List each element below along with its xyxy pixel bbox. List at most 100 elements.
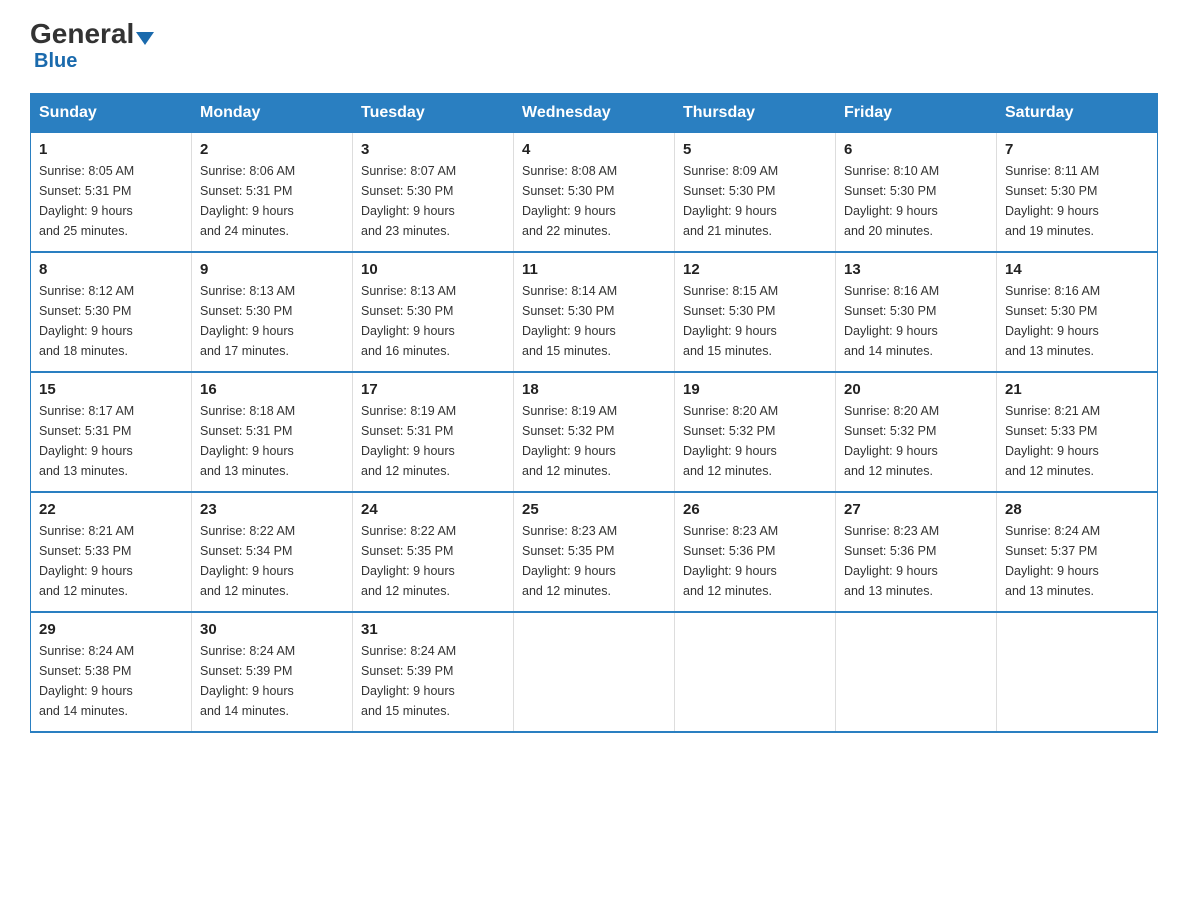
day-number: 19	[683, 381, 827, 398]
day-cell: 27Sunrise: 8:23 AMSunset: 5:36 PMDayligh…	[836, 492, 997, 612]
day-cell: 23 Sunrise: 8:22 AMSunset: 5:34 PMDayligh…	[192, 492, 353, 612]
day-info: Sunrise: 8:24 AMSunset: 5:38 PMDaylight:…	[39, 641, 183, 721]
day-number: 12	[683, 261, 827, 278]
day-cell: 24 Sunrise: 8:22 AMSunset: 5:35 PMDayligh…	[353, 492, 514, 612]
day-info: Sunrise: 8:24 AMSunset: 5:39 PMDaylight:…	[361, 641, 505, 721]
day-info: Sunrise: 8:20 AMSunset: 5:32 PMDaylight:…	[844, 401, 988, 481]
day-cell: 17 Sunrise: 8:19 AMSunset: 5:31 PMDayligh…	[353, 372, 514, 492]
day-info: Sunrise: 8:10 AMSunset: 5:30 PMDaylight:…	[844, 161, 988, 241]
day-number: 21	[1005, 381, 1149, 398]
day-info: Sunrise: 8:23 AMSunset: 5:35 PMDaylight:…	[522, 521, 666, 601]
day-number: 31	[361, 621, 505, 638]
day-info: Sunrise: 8:24 AMSunset: 5:37 PMDaylight:…	[1005, 521, 1149, 601]
day-cell: 26Sunrise: 8:23 AMSunset: 5:36 PMDayligh…	[675, 492, 836, 612]
week-row-4: 22 Sunrise: 8:21 AMSunset: 5:33 PMDayligh…	[31, 492, 1158, 612]
day-number: 5	[683, 141, 827, 158]
day-cell	[514, 612, 675, 732]
day-info: Sunrise: 8:15 AMSunset: 5:30 PMDaylight:…	[683, 281, 827, 361]
day-number: 29	[39, 621, 183, 638]
day-number: 13	[844, 261, 988, 278]
day-number: 24	[361, 501, 505, 518]
week-row-2: 8 Sunrise: 8:12 AMSunset: 5:30 PMDaylight…	[31, 252, 1158, 372]
week-row-5: 29 Sunrise: 8:24 AMSunset: 5:38 PMDayligh…	[31, 612, 1158, 732]
day-cell: 9 Sunrise: 8:13 AMSunset: 5:30 PMDaylight…	[192, 252, 353, 372]
day-cell: 25 Sunrise: 8:23 AMSunset: 5:35 PMDayligh…	[514, 492, 675, 612]
day-info: Sunrise: 8:13 AMSunset: 5:30 PMDaylight:…	[361, 281, 505, 361]
day-info: Sunrise: 8:08 AMSunset: 5:30 PMDaylight:…	[522, 161, 666, 241]
logo: General Blue	[30, 20, 154, 73]
day-info: Sunrise: 8:22 AMSunset: 5:34 PMDaylight:…	[200, 521, 344, 601]
day-info: Sunrise: 8:24 AMSunset: 5:39 PMDaylight:…	[200, 641, 344, 721]
day-number: 15	[39, 381, 183, 398]
day-number: 7	[1005, 141, 1149, 158]
day-number: 2	[200, 141, 344, 158]
day-number: 3	[361, 141, 505, 158]
calendar-table: SundayMondayTuesdayWednesdayThursdayFrid…	[30, 93, 1158, 733]
day-info: Sunrise: 8:21 AMSunset: 5:33 PMDaylight:…	[1005, 401, 1149, 481]
week-row-3: 15 Sunrise: 8:17 AMSunset: 5:31 PMDayligh…	[31, 372, 1158, 492]
day-number: 27	[844, 501, 988, 518]
header-wednesday: Wednesday	[514, 94, 675, 133]
day-number: 22	[39, 501, 183, 518]
day-number: 28	[1005, 501, 1149, 518]
day-info: Sunrise: 8:13 AMSunset: 5:30 PMDaylight:…	[200, 281, 344, 361]
day-info: Sunrise: 8:20 AMSunset: 5:32 PMDaylight:…	[683, 401, 827, 481]
day-cell: 21 Sunrise: 8:21 AMSunset: 5:33 PMDayligh…	[997, 372, 1158, 492]
day-info: Sunrise: 8:21 AMSunset: 5:33 PMDaylight:…	[39, 521, 183, 601]
day-cell: 8 Sunrise: 8:12 AMSunset: 5:30 PMDaylight…	[31, 252, 192, 372]
day-info: Sunrise: 8:17 AMSunset: 5:31 PMDaylight:…	[39, 401, 183, 481]
day-info: Sunrise: 8:19 AMSunset: 5:31 PMDaylight:…	[361, 401, 505, 481]
day-info: Sunrise: 8:16 AMSunset: 5:30 PMDaylight:…	[1005, 281, 1149, 361]
day-number: 11	[522, 261, 666, 278]
day-info: Sunrise: 8:06 AMSunset: 5:31 PMDaylight:…	[200, 161, 344, 241]
day-cell: 6 Sunrise: 8:10 AMSunset: 5:30 PMDaylight…	[836, 133, 997, 253]
day-cell: 12 Sunrise: 8:15 AMSunset: 5:30 PMDayligh…	[675, 252, 836, 372]
header-sunday: Sunday	[31, 94, 192, 133]
day-number: 8	[39, 261, 183, 278]
day-number: 9	[200, 261, 344, 278]
day-number: 4	[522, 141, 666, 158]
day-cell: 5 Sunrise: 8:09 AMSunset: 5:30 PMDaylight…	[675, 133, 836, 253]
day-number: 1	[39, 141, 183, 158]
day-cell: 18 Sunrise: 8:19 AMSunset: 5:32 PMDayligh…	[514, 372, 675, 492]
day-number: 17	[361, 381, 505, 398]
day-cell: 20Sunrise: 8:20 AMSunset: 5:32 PMDayligh…	[836, 372, 997, 492]
day-number: 30	[200, 621, 344, 638]
week-row-1: 1 Sunrise: 8:05 AMSunset: 5:31 PMDaylight…	[31, 133, 1158, 253]
day-cell: 1 Sunrise: 8:05 AMSunset: 5:31 PMDaylight…	[31, 133, 192, 253]
day-info: Sunrise: 8:14 AMSunset: 5:30 PMDaylight:…	[522, 281, 666, 361]
day-info: Sunrise: 8:05 AMSunset: 5:31 PMDaylight:…	[39, 161, 183, 241]
day-cell: 16Sunrise: 8:18 AMSunset: 5:31 PMDayligh…	[192, 372, 353, 492]
page-header: General Blue	[30, 20, 1158, 73]
header-tuesday: Tuesday	[353, 94, 514, 133]
day-cell	[997, 612, 1158, 732]
day-number: 18	[522, 381, 666, 398]
day-cell	[836, 612, 997, 732]
day-cell: 29 Sunrise: 8:24 AMSunset: 5:38 PMDayligh…	[31, 612, 192, 732]
day-info: Sunrise: 8:23 AMSunset: 5:36 PMDaylight:…	[683, 521, 827, 601]
logo-general: General	[30, 20, 154, 48]
day-cell: 11 Sunrise: 8:14 AMSunset: 5:30 PMDayligh…	[514, 252, 675, 372]
day-number: 6	[844, 141, 988, 158]
day-cell: 22 Sunrise: 8:21 AMSunset: 5:33 PMDayligh…	[31, 492, 192, 612]
header-thursday: Thursday	[675, 94, 836, 133]
day-info: Sunrise: 8:09 AMSunset: 5:30 PMDaylight:…	[683, 161, 827, 241]
day-info: Sunrise: 8:12 AMSunset: 5:30 PMDaylight:…	[39, 281, 183, 361]
day-cell: 30 Sunrise: 8:24 AMSunset: 5:39 PMDayligh…	[192, 612, 353, 732]
day-cell: 14Sunrise: 8:16 AMSunset: 5:30 PMDayligh…	[997, 252, 1158, 372]
header-saturday: Saturday	[997, 94, 1158, 133]
day-info: Sunrise: 8:11 AMSunset: 5:30 PMDaylight:…	[1005, 161, 1149, 241]
header-row: SundayMondayTuesdayWednesdayThursdayFrid…	[31, 94, 1158, 133]
day-number: 23	[200, 501, 344, 518]
day-number: 16	[200, 381, 344, 398]
day-cell: 2 Sunrise: 8:06 AMSunset: 5:31 PMDaylight…	[192, 133, 353, 253]
day-cell: 15 Sunrise: 8:17 AMSunset: 5:31 PMDayligh…	[31, 372, 192, 492]
header-monday: Monday	[192, 94, 353, 133]
day-info: Sunrise: 8:22 AMSunset: 5:35 PMDaylight:…	[361, 521, 505, 601]
day-info: Sunrise: 8:16 AMSunset: 5:30 PMDaylight:…	[844, 281, 988, 361]
day-cell: 13 Sunrise: 8:16 AMSunset: 5:30 PMDayligh…	[836, 252, 997, 372]
day-info: Sunrise: 8:19 AMSunset: 5:32 PMDaylight:…	[522, 401, 666, 481]
header-friday: Friday	[836, 94, 997, 133]
day-number: 25	[522, 501, 666, 518]
day-cell: 7 Sunrise: 8:11 AMSunset: 5:30 PMDaylight…	[997, 133, 1158, 253]
